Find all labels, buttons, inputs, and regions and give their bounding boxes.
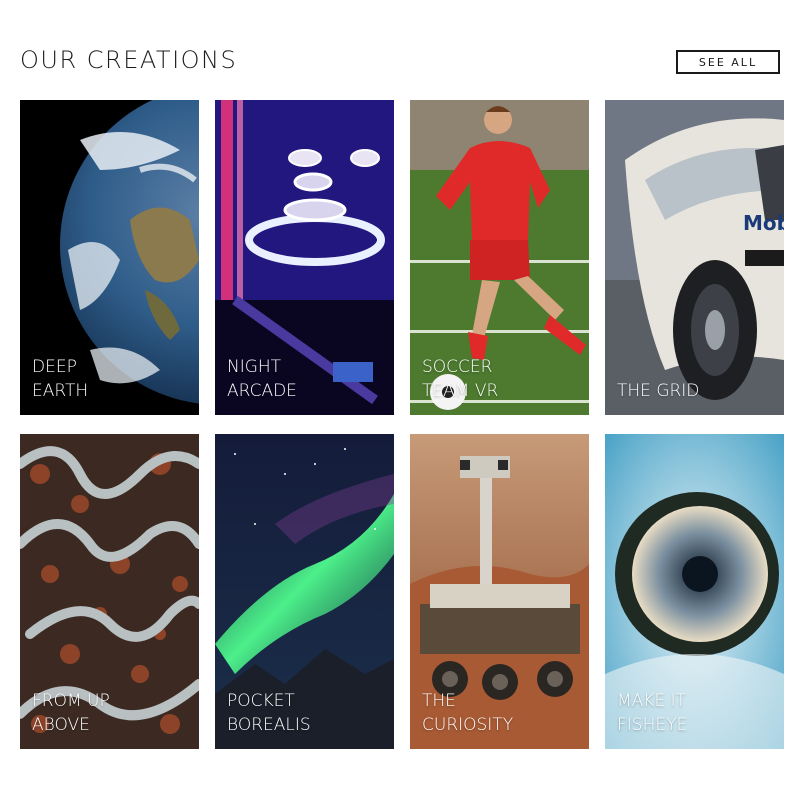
see-all-button[interactable]: SEE ALL bbox=[676, 50, 780, 74]
card-caption: NIGHT ARCADE bbox=[227, 357, 297, 401]
card-caption: THE CURIOSITY bbox=[422, 691, 514, 735]
creation-card-night-arcade[interactable]: NIGHT ARCADE bbox=[215, 100, 394, 415]
creation-card-deep-earth[interactable]: DEEP EARTH bbox=[20, 100, 199, 415]
creation-card-make-it-fisheye[interactable]: MAKE IT FISHEYE bbox=[605, 434, 784, 749]
section-title: OUR CREATIONS bbox=[20, 46, 238, 74]
creations-grid: DEEP EARTH NIGHT ARCADE SOCCER TEAM VR M… bbox=[20, 100, 784, 749]
race-car-image: Mob bbox=[605, 100, 784, 415]
creation-card-pocket-borealis[interactable]: POCKET BOREALIS bbox=[215, 434, 394, 749]
card-caption: FROM UP ABOVE bbox=[32, 691, 110, 735]
svg-text:Mob: Mob bbox=[743, 211, 784, 235]
creation-card-the-grid[interactable]: Mob THE GRID bbox=[605, 100, 784, 415]
card-caption: DEEP EARTH bbox=[32, 357, 89, 401]
creation-card-the-curiosity[interactable]: THE CURIOSITY bbox=[410, 434, 589, 749]
card-caption: POCKET BOREALIS bbox=[227, 691, 311, 735]
creation-card-from-up-above[interactable]: FROM UP ABOVE bbox=[20, 434, 199, 749]
creation-card-soccer-team-vr[interactable]: SOCCER TEAM VR bbox=[410, 100, 589, 415]
card-caption: THE GRID bbox=[617, 381, 700, 401]
card-caption: MAKE IT FISHEYE bbox=[617, 691, 688, 735]
card-caption: SOCCER TEAM VR bbox=[422, 357, 499, 401]
